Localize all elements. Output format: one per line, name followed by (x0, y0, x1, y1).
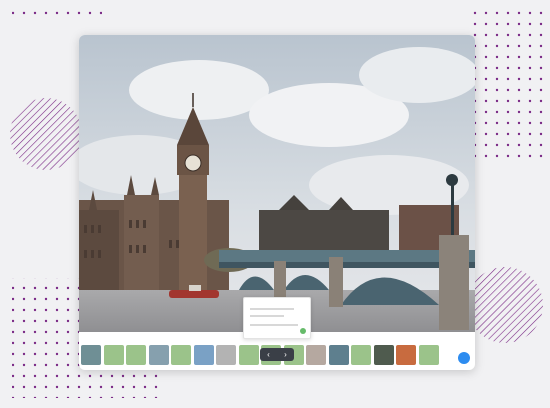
dot-row-top-left (12, 10, 102, 16)
edit-popup-panel[interactable] (243, 297, 311, 339)
chevron-right-icon[interactable]: › (284, 350, 287, 360)
thumbnail-item[interactable] (126, 345, 146, 365)
thumbnail-item[interactable] (418, 345, 439, 365)
thumbnail-item[interactable] (103, 345, 124, 365)
thumbnail-item[interactable] (306, 345, 326, 365)
thumbnail-item[interactable] (373, 345, 394, 365)
chat-bubble-icon[interactable] (458, 352, 470, 364)
main-photo (79, 35, 475, 332)
confirm-icon[interactable] (300, 328, 306, 334)
dot-grid-top-right (466, 10, 550, 160)
thumbnail-item[interactable] (238, 345, 259, 365)
thumbnail-item[interactable] (148, 345, 169, 365)
thumbnail-item[interactable] (81, 345, 101, 365)
chevron-left-icon[interactable]: ‹ (267, 350, 270, 360)
thumbnail-item[interactable] (351, 345, 371, 365)
thumbnail-item[interactable] (328, 345, 349, 365)
panel-line (250, 315, 284, 317)
hatched-circle-left (10, 98, 82, 170)
marketing-page: ‹ › (0, 0, 550, 408)
thumbnail-item[interactable] (396, 345, 416, 365)
panel-line (250, 308, 294, 310)
image-editor-card: ‹ › (79, 35, 475, 370)
hatched-circle-right (467, 267, 543, 343)
thumbnail-item[interactable] (216, 345, 236, 365)
thumbnail-item[interactable] (171, 345, 191, 365)
navigation-control[interactable]: ‹ › (260, 348, 294, 361)
panel-line (250, 324, 298, 326)
thumbnail-item[interactable] (193, 345, 214, 365)
